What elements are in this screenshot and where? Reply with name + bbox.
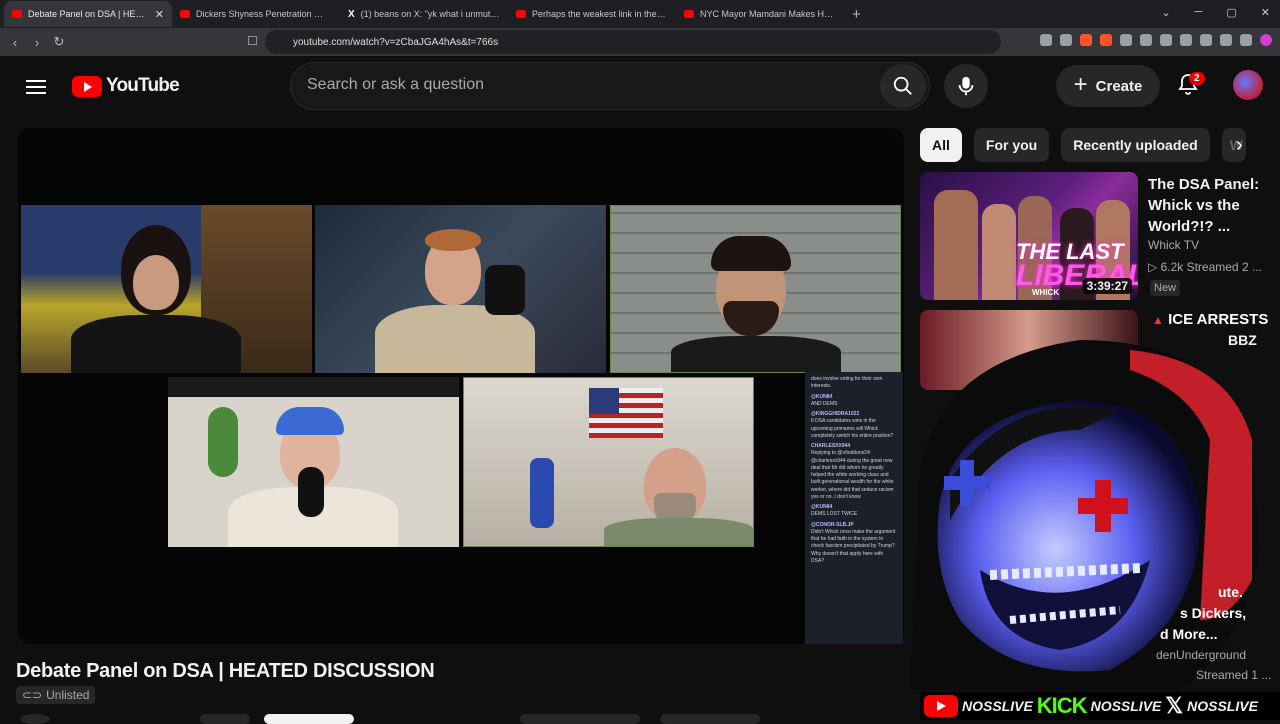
x-icon: X — [348, 8, 355, 20]
covered-text-3: d More... — [1160, 626, 1218, 642]
close-window-icon[interactable]: ✕ — [1261, 6, 1270, 19]
chip-recently-uploaded[interactable]: Recently uploaded — [1061, 128, 1210, 162]
create-button[interactable]: + Create — [1056, 65, 1160, 107]
webcam-tile-5 — [463, 377, 754, 547]
recommendation-meta: ▷ 6.2k Streamed 2 ... — [1148, 260, 1262, 274]
search-button[interactable] — [880, 64, 926, 108]
browser-tab-1[interactable]: Debate Panel on DSA | HEATE ✕ — [4, 1, 172, 27]
minimize-icon[interactable]: ─ — [1195, 6, 1203, 19]
window-controls: ⌄ ─ ▢ ✕ — [1161, 6, 1270, 19]
new-badge: New — [1150, 280, 1181, 296]
browser-tab-3[interactable]: X (1) beans on X: "yk what i unmuted it — [340, 1, 508, 27]
youtube-icon — [516, 10, 526, 18]
reload-icon[interactable]: ↻ — [48, 34, 70, 50]
kick-logo: KICK — [1036, 693, 1088, 718]
webcam-tile-2 — [315, 205, 606, 373]
create-label: Create — [1095, 77, 1143, 95]
vpn-icon[interactable] — [1240, 34, 1252, 46]
covered-text-4: denUnderground — [1156, 648, 1247, 662]
visibility-badge: ⊂⊃ Unlisted — [16, 686, 96, 704]
x-logo: 𝕏 — [1165, 693, 1184, 718]
wallet-icon[interactable] — [1200, 34, 1212, 46]
profile-icon[interactable] — [1260, 34, 1272, 46]
logo-text: YouTube — [106, 75, 180, 96]
close-tab-icon[interactable]: ✕ — [155, 8, 164, 21]
browser-toolbar: ‹ › ↻ ☐ youtube.com/watch?v=zCbaJGA4hAs&… — [0, 28, 1280, 56]
maximize-icon[interactable]: ▢ — [1226, 6, 1236, 19]
channel-avatar[interactable] — [20, 714, 50, 724]
user-avatar[interactable] — [1233, 70, 1263, 100]
cast-icon[interactable] — [1060, 34, 1072, 46]
new-tab-button[interactable]: + — [844, 6, 869, 23]
stream-social-banner: NOSSLIVE KICK NOSSLIVE 𝕏 NOSSLIVE — [920, 692, 1280, 720]
chip-for-you[interactable]: For you — [973, 128, 1050, 162]
back-icon[interactable]: ‹ — [4, 35, 26, 50]
covered-text-1: ute. — [1218, 584, 1243, 600]
chevron-right-icon[interactable]: › — [1236, 134, 1243, 157]
tab-title: Dickers Shyness Penetration 🥚 W — [196, 8, 332, 19]
notification-count-badge: 2 — [1189, 72, 1205, 85]
tab-title: (1) beans on X: "yk what i unmuted it — [360, 9, 500, 19]
music-icon[interactable] — [1160, 34, 1172, 46]
browser-tab-4[interactable]: Perhaps the weakest link in the US el — [508, 1, 676, 27]
like-button[interactable] — [520, 714, 640, 724]
covered-text-2: s Dickers, — [1180, 605, 1247, 621]
address-bar[interactable]: youtube.com/watch?v=zCbaJGA4hAs&t=766s — [265, 30, 1001, 54]
tab-search-icon[interactable]: ⌄ — [1161, 6, 1170, 19]
recommendation-title[interactable]: The DSA Panel: Whick vs the World?!? ... — [1148, 174, 1274, 237]
rewards-icon[interactable] — [1100, 34, 1112, 46]
covered-text-5: Streamed 1 ... — [1196, 668, 1272, 682]
tab-title: Perhaps the weakest link in the US el — [532, 9, 668, 19]
video-title: Debate Panel on DSA | HEATED DISCUSSION — [16, 660, 435, 682]
youtube-icon — [924, 695, 958, 717]
kick-handle: NOSSLIVE — [1090, 698, 1162, 714]
extension-icon[interactable] — [1120, 34, 1132, 46]
filter-chips: All For you Recently uploaded W — [920, 128, 1246, 162]
action-button[interactable] — [200, 714, 250, 724]
youtube-play-icon — [72, 75, 102, 97]
microphone-icon — [958, 76, 974, 96]
chip-all[interactable]: All — [920, 128, 962, 162]
recommendation-channel[interactable]: Whick TV — [1148, 238, 1199, 252]
sidebar-icon[interactable] — [1180, 34, 1192, 46]
youtube-icon — [180, 10, 190, 18]
subscribe-button[interactable] — [264, 714, 354, 724]
tab-title: NYC Mayor Mamdani Makes Housing — [700, 9, 836, 19]
tab-title: Debate Panel on DSA | HEATE — [28, 9, 149, 19]
video-player[interactable] — [18, 128, 904, 644]
forward-icon[interactable]: › — [26, 35, 48, 50]
x-handle: NOSSLIVE — [1187, 698, 1258, 714]
zoom-icon[interactable] — [1040, 34, 1052, 46]
hamburger-menu-icon[interactable] — [26, 76, 46, 98]
browser-tab-2[interactable]: Dickers Shyness Penetration 🥚 W — [172, 1, 340, 27]
link-icon: ⊂⊃ — [22, 688, 43, 702]
search-input[interactable] — [307, 76, 867, 94]
share-button[interactable] — [660, 714, 760, 724]
browser-tab-bar: Debate Panel on DSA | HEATE ✕ Dickers Sh… — [0, 0, 1280, 28]
browser-tab-5[interactable]: NYC Mayor Mamdani Makes Housing — [676, 1, 844, 27]
youtube-logo[interactable]: YouTube — [72, 75, 180, 97]
webcam-tile-1 — [21, 205, 312, 373]
plus-icon: + — [1073, 70, 1088, 98]
video-duration: 3:39:27 — [1082, 278, 1132, 294]
youtube-icon — [684, 10, 694, 18]
streamer-mascot-overlay — [910, 340, 1260, 690]
webcam-tile-4 — [168, 377, 459, 547]
webcam-tile-3 — [610, 205, 901, 373]
search-box[interactable] — [290, 62, 930, 110]
extensions-area — [1040, 34, 1272, 46]
leo-icon[interactable] — [1220, 34, 1232, 46]
youtube-handle: NOSSLIVE — [962, 698, 1033, 714]
recommendation-thumbnail[interactable]: THE LAST LIBERAL WHICK 3:39:27 — [920, 172, 1138, 300]
youtube-icon — [12, 10, 22, 18]
bookmark-icon[interactable]: ☐ — [247, 34, 258, 48]
puzzle-icon[interactable] — [1140, 34, 1152, 46]
search-icon — [893, 76, 912, 95]
brave-shield-icon[interactable] — [1080, 34, 1092, 46]
url-text: youtube.com/watch?v=zCbaJGA4hAs&t=766s — [293, 36, 499, 48]
thumbnail-small-text: WHICK — [1032, 288, 1060, 297]
voice-search-button[interactable] — [944, 64, 988, 108]
